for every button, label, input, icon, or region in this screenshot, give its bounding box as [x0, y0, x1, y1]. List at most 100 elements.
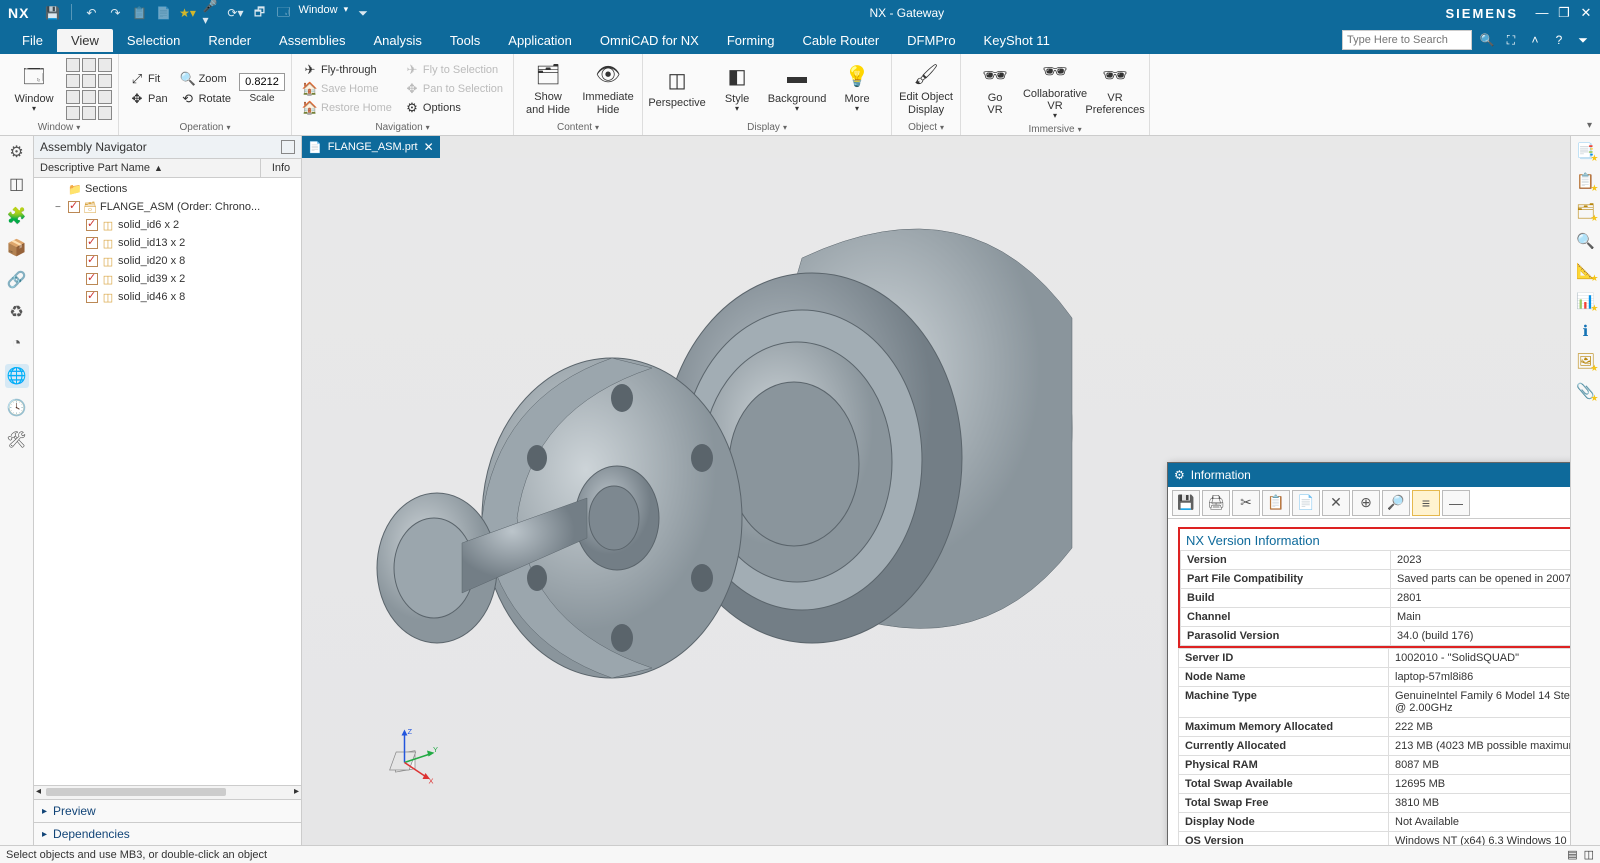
restore-button[interactable]: ❐ [1554, 5, 1574, 21]
help-icon[interactable]: ? [1550, 31, 1568, 49]
save-icon[interactable]: 💾 [43, 4, 61, 22]
status-icon-2[interactable]: ◫ [1584, 848, 1594, 861]
collapse-info-icon[interactable]: — [1442, 490, 1470, 516]
search-input[interactable] [1342, 30, 1472, 50]
undock-icon[interactable] [281, 140, 295, 154]
part-nav-icon[interactable]: 🧩 [5, 204, 29, 228]
fly-selection-button[interactable]: ✈Fly to Selection [400, 61, 507, 79]
collab-vr-button[interactable]: 🕶Collaborative VR▾ [1027, 56, 1083, 123]
save-home-button[interactable]: 🏠Save Home [298, 80, 396, 98]
fav7-icon[interactable]: ℹ [1575, 320, 1597, 342]
menu-item-file[interactable]: File [8, 29, 57, 52]
go-vr-button[interactable]: 🕶Go VR [967, 60, 1023, 118]
up-icon[interactable]: ˄ [1526, 31, 1544, 49]
document-tab[interactable]: 📄 FLANGE_ASM.prt ✕ [302, 136, 440, 158]
paste-info-icon[interactable]: 📄 [1292, 490, 1320, 516]
menu-item-keyshot-11[interactable]: KeyShot 11 [970, 29, 1064, 52]
style-button[interactable]: ◧Style▾ [709, 61, 765, 116]
delete-info-icon[interactable]: ✕ [1322, 490, 1350, 516]
pan-selection-button[interactable]: ✥Pan to Selection [400, 80, 507, 98]
status-icon-1[interactable]: ▤ [1567, 848, 1577, 861]
vr-pref-button[interactable]: 🕶VR Preferences [1087, 60, 1143, 118]
checkbox[interactable] [86, 255, 98, 267]
menu-item-cable-router[interactable]: Cable Router [789, 29, 894, 52]
fav9-icon[interactable]: 📎★ [1575, 380, 1597, 402]
pan-button[interactable]: ✥Pan [125, 90, 172, 108]
edit-object-button[interactable]: 🖌Edit Object Display [898, 59, 954, 117]
window-dropdown-icon[interactable]: 🗔 [274, 4, 292, 22]
tree-row[interactable]: ◫solid_id46 x 8 [34, 288, 301, 306]
hd3d-icon[interactable]: ◔ [5, 332, 29, 356]
cascade-icon[interactable]: 🗗 [250, 4, 268, 22]
copy-info-icon[interactable]: 📋 [1262, 490, 1290, 516]
star-icon[interactable]: ★▾ [178, 4, 196, 22]
copy-icon[interactable]: 📋 [130, 4, 148, 22]
menu-item-selection[interactable]: Selection [113, 29, 194, 52]
fav5-icon[interactable]: 📐★ [1575, 260, 1597, 282]
gear-icon[interactable]: ⚙ [5, 140, 29, 164]
overflow-icon[interactable]: ⏷ [354, 4, 372, 22]
search-icon[interactable]: 🔍 [1478, 31, 1496, 49]
tree-row[interactable]: ◫solid_id20 x 8 [34, 252, 301, 270]
flythrough-button[interactable]: ✈Fly-through [298, 61, 396, 79]
menu-item-view[interactable]: View [57, 29, 113, 52]
target-info-icon[interactable]: ⊕ [1352, 490, 1380, 516]
window-button[interactable]: 🗔 Window ▾ [6, 61, 62, 116]
tree-row[interactable]: 📁Sections [34, 180, 301, 198]
overflow-menu-icon[interactable]: ⏷ [1574, 31, 1592, 49]
history-icon[interactable]: 🕓 [5, 396, 29, 420]
menu-item-tools[interactable]: Tools [436, 29, 494, 52]
fav1-icon[interactable]: 📑★ [1575, 140, 1597, 162]
fav6-icon[interactable]: 📊★ [1575, 290, 1597, 312]
checkbox[interactable] [86, 273, 98, 285]
col-header-info[interactable]: Info [261, 159, 301, 177]
paste-icon[interactable]: 📄 [154, 4, 172, 22]
constraint-icon[interactable]: 🔗 [5, 268, 29, 292]
viewport[interactable]: 📄 FLANGE_ASM.prt ✕ [302, 136, 1570, 845]
menu-item-analysis[interactable]: Analysis [360, 29, 436, 52]
save-info-icon[interactable]: 💾 [1172, 490, 1200, 516]
cut-info-icon[interactable]: ✂ [1232, 490, 1260, 516]
nav-options-button[interactable]: ⚙Options [400, 99, 507, 117]
menu-item-assemblies[interactable]: Assemblies [265, 29, 359, 52]
tree-row[interactable]: ◫solid_id39 x 2 [34, 270, 301, 288]
horizontal-scrollbar[interactable]: ◂▸ [34, 785, 301, 799]
scale-input[interactable] [239, 73, 285, 91]
menu-item-application[interactable]: Application [494, 29, 586, 52]
find-info-icon[interactable]: 🔎 [1382, 490, 1410, 516]
fav3-icon[interactable]: 🗂★ [1575, 200, 1597, 222]
fav4-icon[interactable]: 🔍 [1575, 230, 1597, 252]
window-menu-label[interactable]: Window [298, 4, 337, 22]
close-tab-icon[interactable]: ✕ [424, 140, 434, 154]
minimize-button[interactable]: — [1532, 5, 1552, 21]
reuse-icon[interactable]: ♻ [5, 300, 29, 324]
zoom-button[interactable]: 🔍Zoom [176, 70, 235, 88]
checkbox[interactable] [86, 237, 98, 249]
menu-item-omnicad-for-nx[interactable]: OmniCAD for NX [586, 29, 713, 52]
restore-home-button[interactable]: 🏠Restore Home [298, 99, 396, 117]
immediate-hide-button[interactable]: 👁Immediate Hide [580, 59, 636, 117]
col-header-name[interactable]: Descriptive Part Name [40, 162, 150, 174]
window-layout-grid-2[interactable] [66, 90, 112, 120]
more-display-button[interactable]: 💡More▾ [829, 61, 885, 116]
background-button[interactable]: ▬Background▾ [769, 61, 825, 116]
wrap-info-icon[interactable]: ≡ [1412, 490, 1440, 516]
menu-item-render[interactable]: Render [194, 29, 265, 52]
redo-icon[interactable]: ↷ [106, 4, 124, 22]
preview-accordion[interactable]: ▸Preview [34, 799, 301, 822]
menu-item-dfmpro[interactable]: DFMPro [893, 29, 969, 52]
window-layout-grid[interactable] [66, 58, 112, 88]
print-info-icon[interactable]: 🖨 [1202, 490, 1230, 516]
tree-row[interactable]: ◫solid_id6 x 2 [34, 216, 301, 234]
undo-icon[interactable]: ↶ [82, 4, 100, 22]
cube-icon[interactable]: ◫ [5, 172, 29, 196]
rotate-button[interactable]: ⟲Rotate [176, 90, 235, 108]
web-icon[interactable]: 🌐 [5, 364, 29, 388]
fav2-icon[interactable]: 📋★ [1575, 170, 1597, 192]
fav8-icon[interactable]: 🖼★ [1575, 350, 1597, 372]
microphone-icon[interactable]: 🎤▾ [202, 4, 220, 22]
refresh-icon[interactable]: ⟳▾ [226, 4, 244, 22]
menu-item-forming[interactable]: Forming [713, 29, 789, 52]
3d-canvas[interactable]: Z Y X ⚙ Information ? — ◻ ✕ 💾 [302, 158, 1570, 845]
checkbox[interactable] [68, 201, 80, 213]
